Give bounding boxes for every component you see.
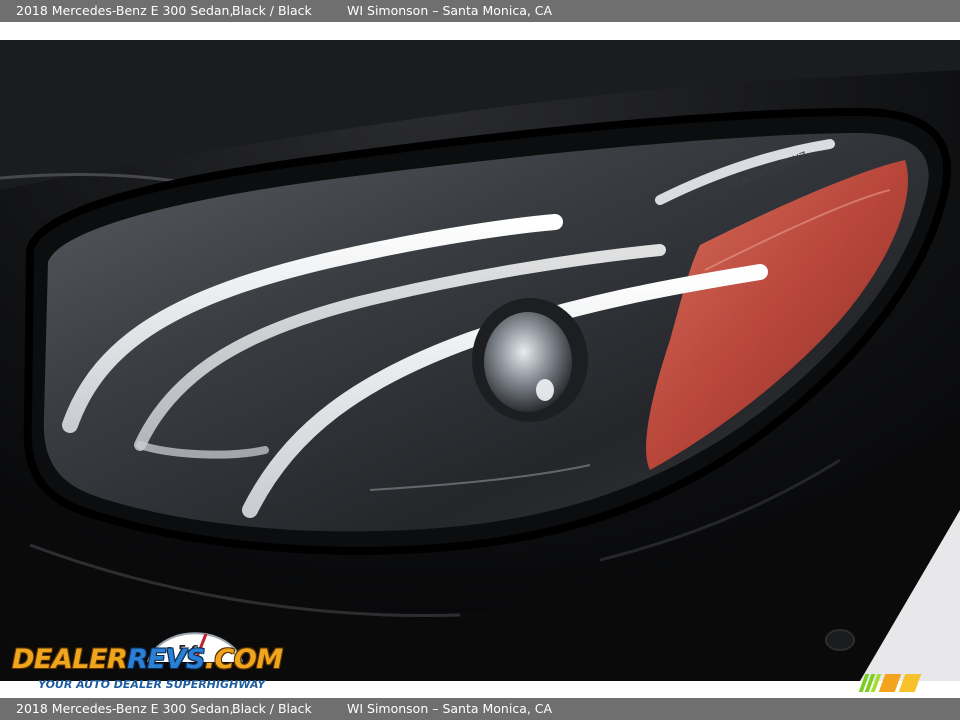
caption-color: Black / Black <box>232 3 312 18</box>
headlight-illustration: MERCEDES-BENZ <box>0 40 960 681</box>
parking-sensor <box>825 629 855 651</box>
dealerrevs-logo: a 5 6 DEALERREVS.COM YOUR AUTO DEALER SU… <box>10 622 283 694</box>
projector-highlight <box>536 379 554 401</box>
caption-title: 2018 Mercedes-Benz E 300 Sedan, <box>16 3 234 18</box>
dealerrevs-tagline: YOUR AUTO DEALER SUPERHIGHWAY <box>38 678 266 691</box>
caption-dealer: WI Simonson – Santa Monica, CA <box>347 701 553 716</box>
dealer-corner-logo <box>858 674 922 692</box>
caption-color: Black / Black <box>232 701 312 716</box>
caption-title: 2018 Mercedes-Benz E 300 Sedan, <box>16 701 234 716</box>
caption-dealer: WI Simonson – Santa Monica, CA <box>347 3 553 18</box>
caption-bar-top: 2018 Mercedes-Benz E 300 Sedan, Black / … <box>0 0 960 22</box>
dealerrevs-wordmark: DEALERREVS.COM <box>12 644 283 675</box>
projector-lens <box>484 312 572 412</box>
wordmark-suffix: .COM <box>204 644 283 675</box>
caption-bar-bottom: 2018 Mercedes-Benz E 300 Sedan, Black / … <box>0 698 960 720</box>
wordmark-dealer: DEALER <box>12 644 128 675</box>
wordmark-revs: REVS <box>127 644 205 675</box>
headlight-photo: MERCEDES-BENZ <box>0 40 960 681</box>
